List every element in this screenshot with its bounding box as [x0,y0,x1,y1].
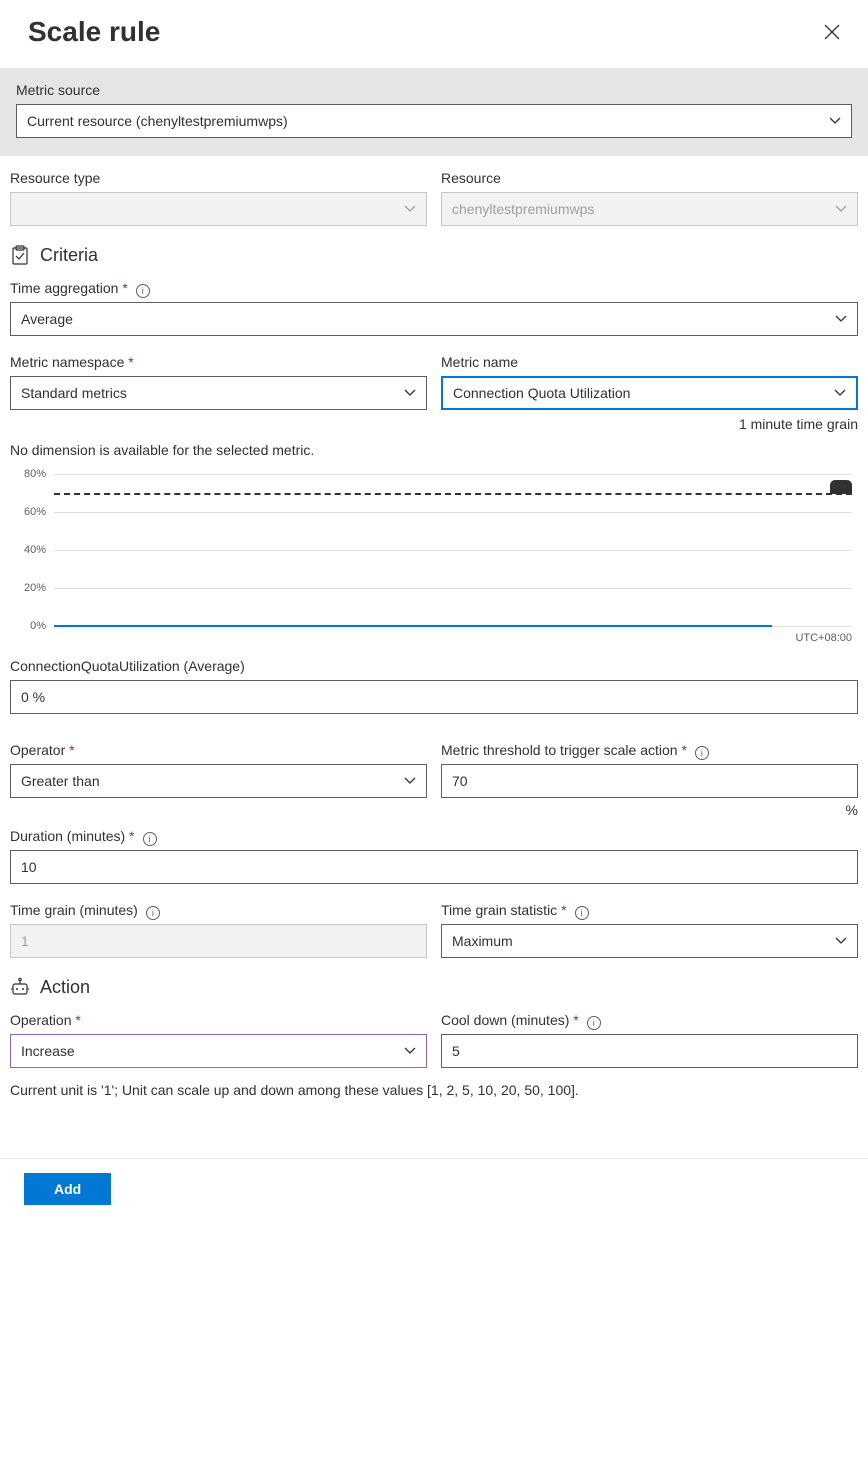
clipboard-check-icon [10,244,30,266]
cooldown-input[interactable]: 5 [441,1034,858,1068]
chevron-down-icon [404,1047,416,1055]
current-metric-value: 0 % [21,689,45,705]
threshold-label: Metric threshold to trigger scale action [441,742,687,758]
threshold-unit: % [441,802,858,818]
chart-ytick-60: 60% [10,506,46,518]
operation-value: Increase [21,1043,75,1059]
scale-units-note: Current unit is '1'; Unit can scale up a… [10,1082,858,1098]
info-icon[interactable]: i [587,1016,601,1030]
duration-label: Duration (minutes) [10,828,135,844]
close-button[interactable] [824,24,840,40]
metric-namespace-label: Metric namespace [10,354,427,370]
time-grain-label: Time grain (minutes) [10,902,138,918]
resource-value: chenyltestpremiumwps [452,201,594,217]
operator-select[interactable]: Greater than [10,764,427,798]
chevron-down-icon [835,937,847,945]
operation-label: Operation [10,1012,427,1028]
time-grain-input: 1 [10,924,427,958]
time-grain-statistic-select[interactable]: Maximum [441,924,858,958]
operator-label: Operator [10,742,427,758]
time-grain-note: 1 minute time grain [441,416,858,432]
resource-type-label: Resource type [10,170,427,186]
chart-data-line [54,625,772,627]
criteria-section-header: Criteria [10,244,858,266]
chevron-down-icon [835,315,847,323]
time-aggregation-value: Average [21,311,73,327]
operator-value: Greater than [21,773,100,789]
current-metric-value-field: 0 % [10,680,858,714]
duration-input[interactable]: 10 [10,850,858,884]
resource-type-select [10,192,427,226]
metric-chart: 80% 60% 40% 20% 0% UTC+08:00 [10,466,858,646]
metric-namespace-value: Standard metrics [21,385,127,401]
chevron-down-icon [404,389,416,397]
chart-timezone: UTC+08:00 [795,632,852,644]
chevron-down-icon [404,205,416,213]
resource-label: Resource [441,170,858,186]
threshold-value: 70 [452,773,468,789]
operation-select[interactable]: Increase [10,1034,427,1068]
metric-source-select[interactable]: Current resource (chenyltestpremiumwps) [16,104,852,138]
info-icon[interactable]: i [695,746,709,760]
cooldown-value: 5 [452,1043,460,1059]
duration-value: 10 [21,859,37,875]
chevron-down-icon [835,205,847,213]
time-aggregation-label: Time aggregation [10,280,128,296]
dimension-note: No dimension is available for the select… [10,442,858,458]
chart-ytick-80: 80% [10,468,46,480]
chart-ytick-40: 40% [10,544,46,556]
metric-source-label: Metric source [16,82,852,98]
metric-name-label: Metric name [441,354,858,370]
metric-name-value: Connection Quota Utilization [453,385,630,401]
metric-name-select[interactable]: Connection Quota Utilization [441,376,858,410]
time-grain-statistic-label: Time grain statistic [441,902,567,918]
current-metric-label: ConnectionQuotaUtilization (Average) [10,658,858,674]
metric-source-value: Current resource (chenyltestpremiumwps) [27,113,288,129]
info-icon[interactable]: i [143,832,157,846]
time-grain-statistic-value: Maximum [452,933,513,949]
time-aggregation-select[interactable]: Average [10,302,858,336]
info-icon[interactable]: i [575,906,589,920]
action-section-header: Action [10,976,858,998]
chart-ytick-20: 20% [10,582,46,594]
threshold-input[interactable]: 70 [441,764,858,798]
chart-data-hump [830,480,852,494]
metric-namespace-select[interactable]: Standard metrics [10,376,427,410]
time-grain-value: 1 [21,933,29,949]
action-section-title: Action [40,977,90,998]
chart-ytick-0: 0% [10,620,46,632]
chevron-down-icon [404,777,416,785]
add-button[interactable]: Add [24,1173,111,1205]
info-icon[interactable]: i [146,906,160,920]
chevron-down-icon [829,117,841,125]
resource-select: chenyltestpremiumwps [441,192,858,226]
chart-threshold-line [54,493,852,495]
info-icon[interactable]: i [136,284,150,298]
bot-icon [10,976,30,998]
cooldown-label: Cool down (minutes) [441,1012,579,1028]
chevron-down-icon [834,389,846,397]
criteria-section-title: Criteria [40,245,98,266]
panel-title: Scale rule [28,16,160,48]
